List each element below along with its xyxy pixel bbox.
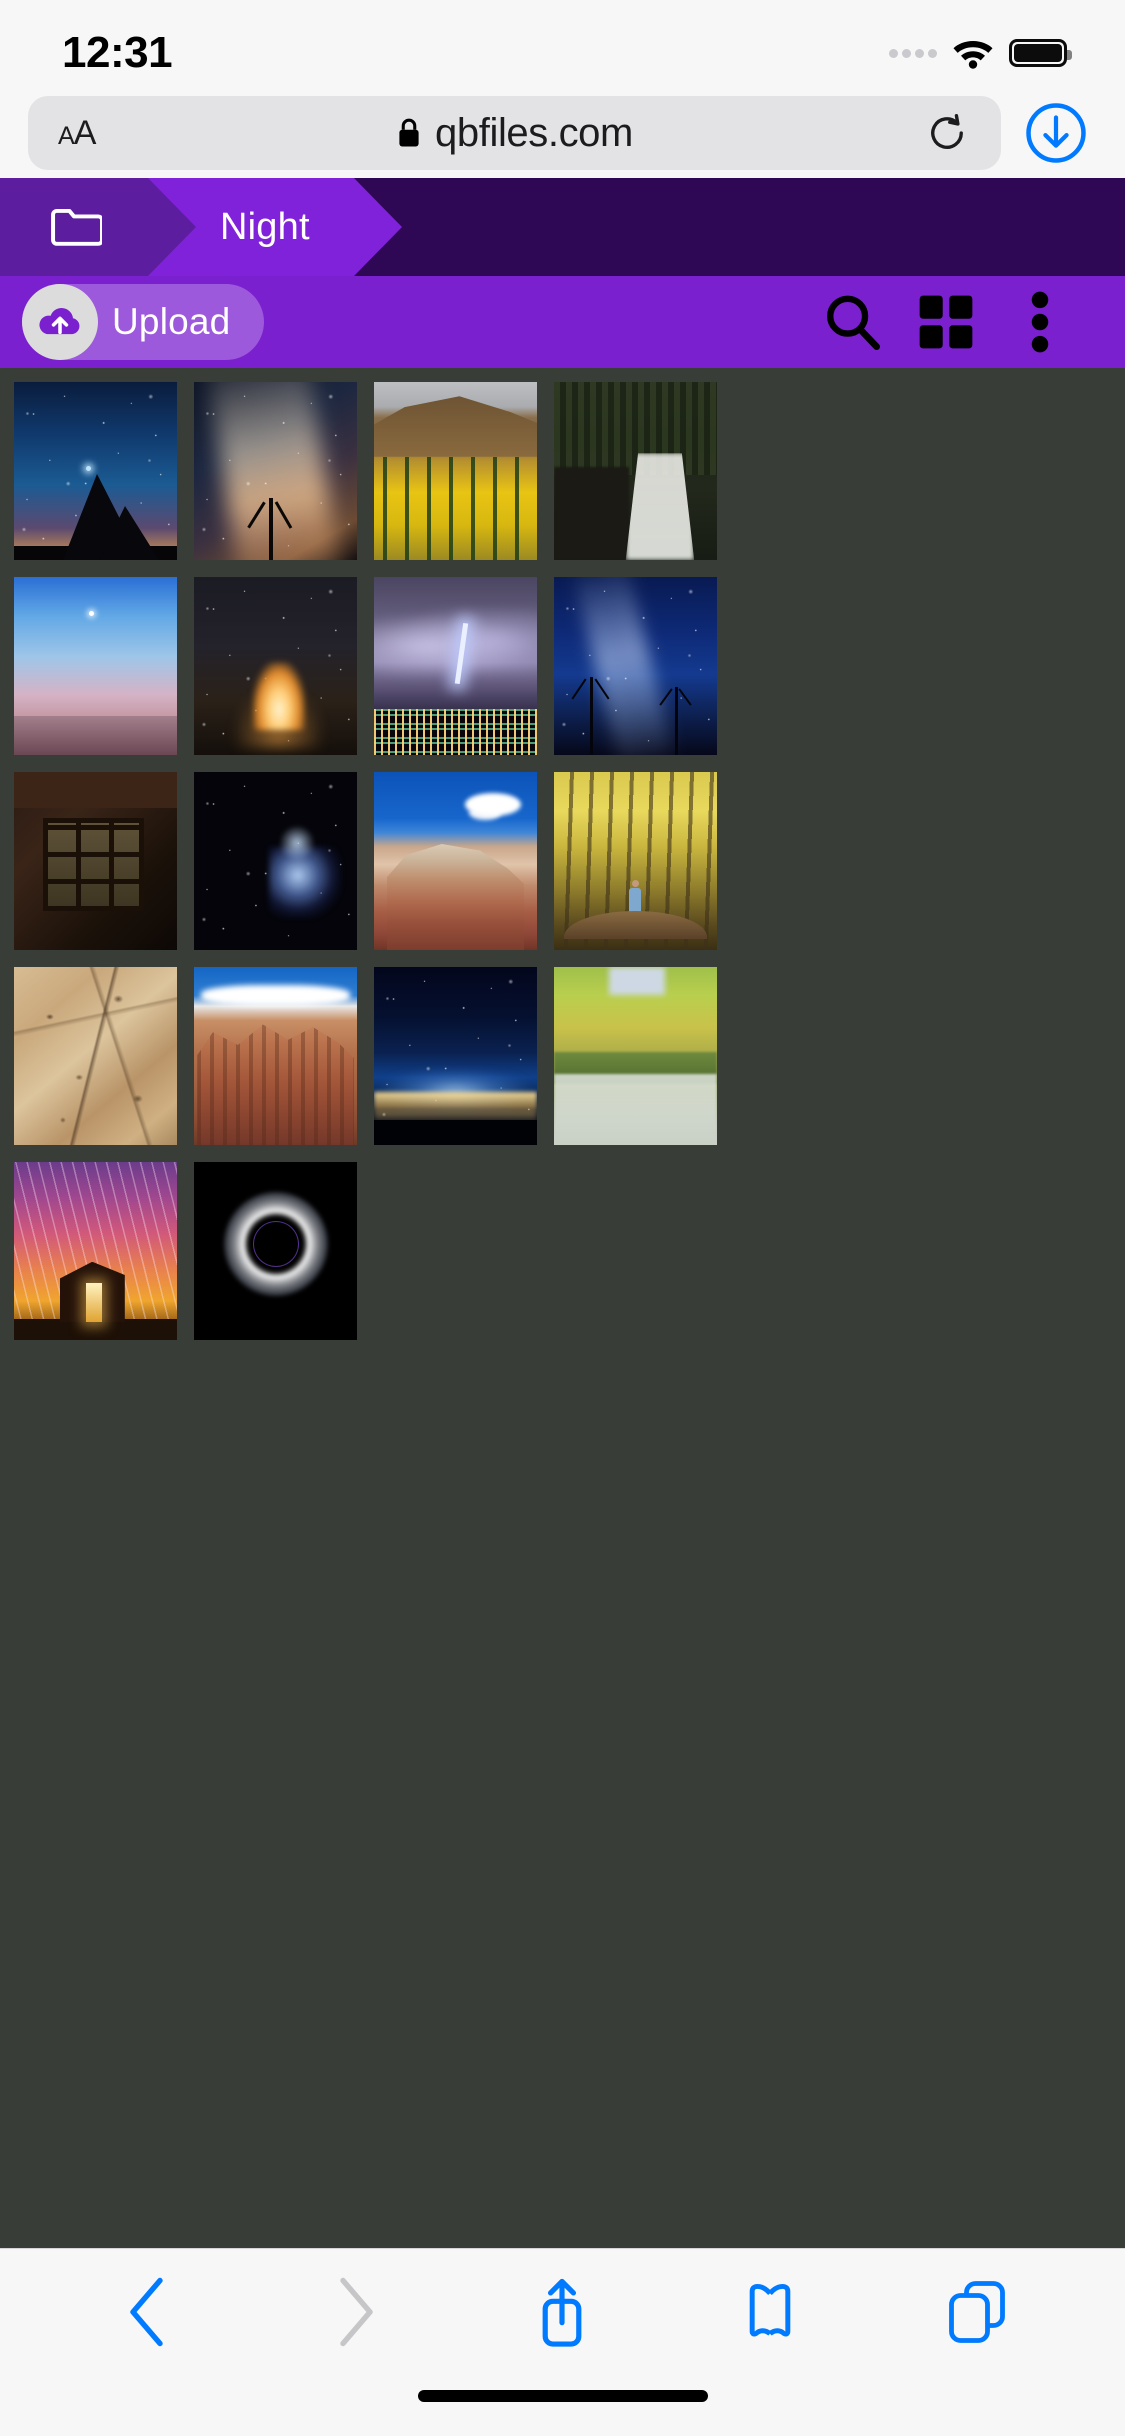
signal-dots-icon [889, 48, 937, 58]
photo-thumbnail[interactable] [194, 382, 357, 560]
photo-grid [0, 368, 1125, 2248]
search-button[interactable] [805, 276, 899, 368]
photo-thumbnail[interactable] [194, 1162, 357, 1340]
folder-icon [50, 206, 102, 248]
photo-thumbnail[interactable] [14, 382, 177, 560]
photo-grid-row [14, 967, 1111, 1145]
photo-thumbnail[interactable] [14, 967, 177, 1145]
battery-full-icon [1009, 39, 1072, 67]
downloads-button[interactable] [1017, 94, 1095, 172]
breadcrumb-item-root[interactable] [0, 178, 196, 276]
url-text: qbfiles.com [435, 110, 633, 155]
status-time: 12:31 [62, 28, 173, 77]
photo-thumbnail[interactable] [554, 382, 717, 560]
phone-screen: 12:31 AA qbfiles.com Night Upload [0, 0, 1125, 2436]
web-page-content: Night Upload [0, 178, 1125, 2248]
photo-thumbnail[interactable] [554, 967, 717, 1145]
photo-thumbnail[interactable] [194, 967, 357, 1145]
wifi-icon [951, 37, 995, 69]
cloud-upload-icon [22, 284, 98, 360]
bookmarks-button[interactable] [715, 2257, 825, 2367]
photo-thumbnail[interactable] [194, 577, 357, 755]
photo-grid-row [14, 577, 1111, 755]
photo-thumbnail[interactable] [14, 772, 177, 950]
photo-thumbnail[interactable] [194, 772, 357, 950]
breadcrumb: Night [0, 178, 1125, 276]
photo-thumbnail[interactable] [374, 967, 537, 1145]
grid-view-button[interactable] [899, 276, 993, 368]
search-icon [823, 293, 881, 351]
upload-button[interactable]: Upload [22, 284, 265, 360]
more-vertical-icon [1031, 291, 1049, 353]
photo-grid-row [14, 1162, 1111, 1340]
forward-button [300, 2257, 410, 2367]
browser-bottom-toolbar [0, 2248, 1125, 2374]
more-options-button[interactable] [993, 276, 1087, 368]
photo-thumbnail[interactable] [14, 577, 177, 755]
home-indicator[interactable] [417, 2390, 708, 2402]
photo-thumbnail[interactable] [14, 1162, 177, 1340]
photo-thumbnail[interactable] [554, 772, 717, 950]
back-button[interactable] [93, 2257, 203, 2367]
grid-view-icon [918, 294, 974, 350]
lock-icon [396, 117, 422, 149]
status-indicators [889, 37, 1072, 69]
photo-thumbnail[interactable] [374, 772, 537, 950]
status-bar: 12:31 [0, 0, 1125, 88]
upload-label: Upload [112, 301, 231, 342]
photo-grid-row [14, 382, 1111, 560]
breadcrumb-label: Night [220, 205, 310, 248]
photo-thumbnail[interactable] [374, 382, 537, 560]
photo-grid-row [14, 772, 1111, 950]
photo-thumbnail[interactable] [374, 577, 537, 755]
home-indicator-area [0, 2374, 1125, 2436]
url-field[interactable]: AA qbfiles.com [28, 96, 1001, 170]
reload-button[interactable] [923, 109, 971, 157]
url-display: qbfiles.com [28, 111, 1001, 156]
browser-url-bar: AA qbfiles.com [0, 88, 1125, 178]
text-size-button[interactable]: AA [58, 114, 96, 153]
app-toolbar: Upload [0, 276, 1125, 368]
share-button[interactable] [507, 2257, 617, 2367]
tabs-button[interactable] [922, 2257, 1032, 2367]
photo-thumbnail[interactable] [554, 577, 717, 755]
